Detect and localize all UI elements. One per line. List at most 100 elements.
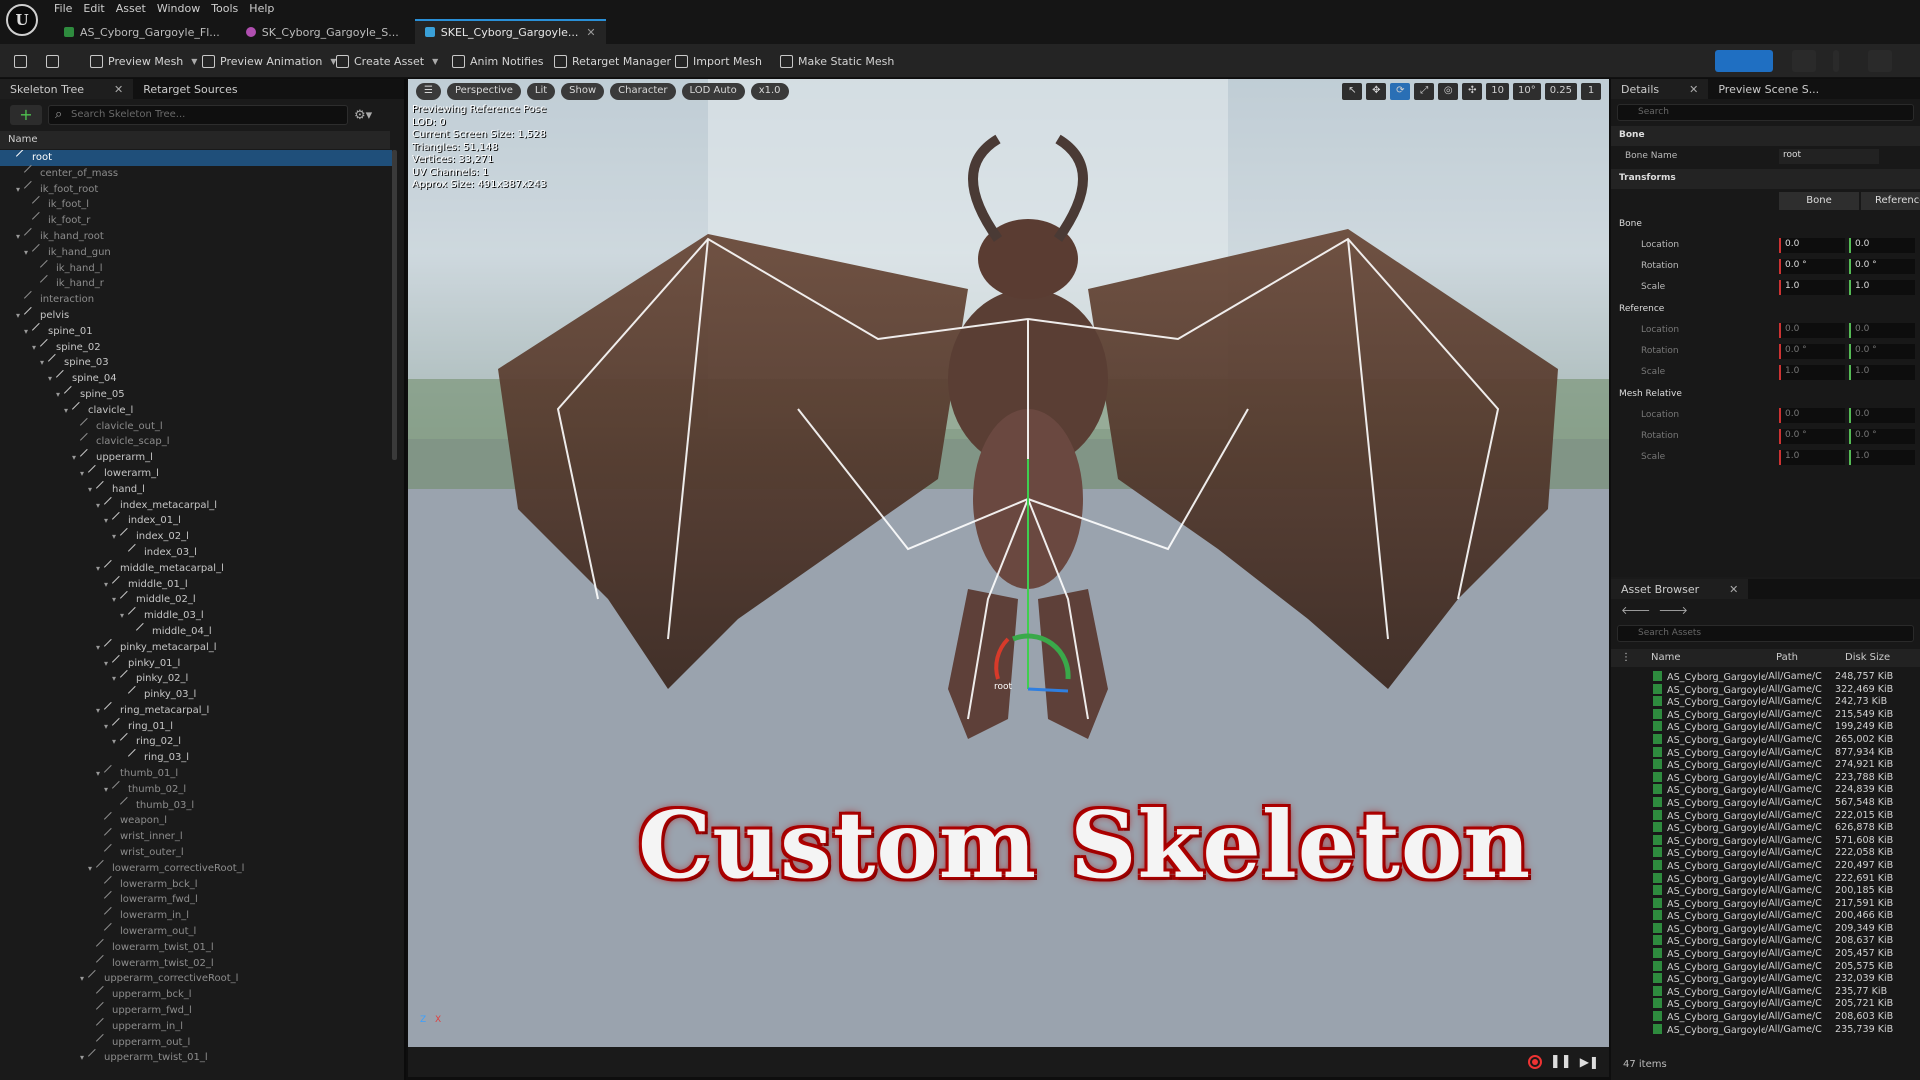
viewport-menu-button[interactable]: ☰ [416, 83, 441, 100]
bone-row[interactable]: middle_04_l [0, 622, 392, 640]
bone-row[interactable]: lowerarm_bck_l [0, 875, 392, 893]
asset-row[interactable]: AS_Cyborg_Gargoyle_F/All/Game/C 208,637 K… [1653, 935, 1920, 948]
column-path[interactable]: Path [1776, 652, 1798, 663]
expand-arrow-icon[interactable]: ▾ [104, 782, 114, 798]
bone-row[interactable]: ▾ spine_04 [0, 370, 392, 387]
bone-row[interactable]: ▾ ring_01_l [0, 717, 392, 735]
bone-row[interactable]: ▾ ik_hand_root [0, 227, 392, 245]
expand-arrow-icon[interactable]: ▾ [96, 766, 106, 782]
bone-row[interactable]: ▾ pelvis [0, 306, 392, 324]
bone-row[interactable]: ik_foot_r [0, 212, 392, 229]
angle-snap-button[interactable]: 10° [1513, 83, 1541, 100]
scale-x-field[interactable]: 1.0 [1779, 280, 1845, 295]
bone-row[interactable]: ▾ thumb_02_l [0, 780, 392, 798]
expand-arrow-icon[interactable]: ▾ [80, 466, 90, 482]
tab-animation-sequence[interactable]: AS_Cyborg_Gargoyle_Fl... [54, 19, 230, 44]
bone-row[interactable]: lowerarm_out_l [0, 922, 392, 940]
asset-row[interactable]: AS_Cyborg_Gargoyle_F/All/Game/C 224,839 K… [1653, 784, 1920, 797]
lit-button[interactable]: Lit [526, 83, 556, 100]
expand-arrow-icon[interactable]: ▾ [48, 371, 58, 387]
bone-transform-button[interactable]: Bone [1779, 192, 1859, 210]
grid-snap-button[interactable]: 10 [1486, 83, 1509, 100]
expand-arrow-icon[interactable]: ▾ [112, 671, 122, 687]
import-mesh-button[interactable]: Import Mesh [675, 52, 762, 70]
surface-snap-icon[interactable]: ✣ [1462, 83, 1483, 100]
show-button[interactable]: Show [561, 83, 605, 100]
expand-arrow-icon[interactable]: ▾ [96, 640, 106, 656]
bone-row[interactable]: lowerarm_twist_02_l [0, 954, 392, 972]
menu-asset[interactable]: Asset [116, 0, 157, 16]
bone-row[interactable]: upperarm_out_l [0, 1033, 392, 1051]
bone-row[interactable]: ▾ clavicle_l [0, 401, 392, 419]
settings-gear-icon[interactable]: ⚙▾ [354, 108, 372, 123]
bone-row[interactable]: root [0, 150, 392, 166]
expand-arrow-icon[interactable]: ▾ [104, 513, 114, 529]
asset-row[interactable]: AS_Cyborg_Gargoyle_D/All/Game/C 199,249 K… [1653, 721, 1920, 734]
expand-arrow-icon[interactable]: ▾ [112, 734, 122, 750]
asset-row[interactable]: AS_Cyborg_Gargoyle_F/All/Game/C 220,497 K… [1653, 859, 1920, 873]
tree-scrollbar[interactable] [392, 150, 397, 460]
details-search-input[interactable]: Search [1617, 104, 1914, 121]
asset-row[interactable]: AS_Cyborg_Gargoyle_F/All/Game/C 209,349 K… [1653, 922, 1920, 936]
pause-icon[interactable]: ❚❚ [1550, 1054, 1572, 1069]
close-icon[interactable]: ✕ [114, 83, 123, 96]
tab-skeleton-tree[interactable]: Skeleton Tree ✕ [0, 79, 134, 99]
bone-row[interactable]: ▾ middle_metacarpal_l [0, 559, 392, 577]
column-name[interactable]: Name [1651, 652, 1681, 663]
perspective-button[interactable]: Perspective [446, 83, 521, 100]
expand-arrow-icon[interactable]: ▾ [80, 971, 90, 987]
bone-row[interactable]: ▾ ring_metacarpal_l [0, 701, 392, 719]
location-y-field[interactable]: 0.0 [1849, 238, 1915, 253]
menu-window[interactable]: Window [157, 0, 211, 16]
mesh-mode-button[interactable] [1792, 50, 1816, 72]
rotation-y-field[interactable]: 0.0 ° [1849, 259, 1915, 274]
asset-row[interactable]: AS_Cyborg_Gargoyle_D/All/Game/C 215,549 K… [1653, 708, 1920, 722]
expand-arrow-icon[interactable]: ▾ [16, 229, 26, 245]
expand-arrow-icon[interactable]: ▾ [24, 245, 34, 261]
make-static-mesh-button[interactable]: Make Static Mesh [780, 52, 894, 70]
asset-row[interactable]: AS_Cyborg_Gargoyle_F/All/Game/C 217,591 K… [1653, 897, 1920, 911]
close-tab-icon[interactable]: ✕ [586, 26, 595, 39]
preview-viewport[interactable]: ☰ Perspective Lit Show Character LOD Aut… [408, 79, 1609, 1047]
bone-row[interactable]: ▾ upperarm_correctiveRoot_l [0, 970, 392, 987]
bone-row[interactable]: ring_03_l [0, 749, 392, 766]
asset-row[interactable]: AS_Cyborg_Gargoyle_F/All/Game/C 232,039 K… [1653, 973, 1920, 986]
lod-button[interactable]: LOD Auto [681, 83, 745, 100]
bone-row[interactable]: wrist_outer_l [0, 843, 392, 861]
record-icon[interactable] [1527, 1054, 1542, 1069]
asset-row[interactable]: AS_Cyborg_Gargoyle_F/All/Game/C 222,691 K… [1653, 872, 1920, 886]
asset-row[interactable]: AS_Cyborg_Gargoyle_F/All/Game/C 208,603 K… [1653, 1011, 1920, 1024]
menu-tools[interactable]: Tools [211, 0, 249, 16]
asset-row[interactable]: AS_Cyborg_Gargoyle_F/All/Game/C 877,934 K… [1653, 746, 1920, 760]
menu-file[interactable]: File [54, 0, 83, 16]
close-icon[interactable]: ✕ [1729, 583, 1738, 596]
search-skeleton-tree-input[interactable]: Search Skeleton Tree... [48, 105, 348, 125]
mesh-relative-subsection[interactable]: Mesh Relative [1611, 385, 1920, 405]
asset-row[interactable]: AS_Cyborg_Gargoyle_F/All/Game/C 571,608 K… [1653, 834, 1920, 848]
bone-row[interactable]: clavicle_scap_l [0, 433, 392, 450]
expand-arrow-icon[interactable]: ▾ [120, 608, 130, 624]
retarget-manager-button[interactable]: Retarget Manager [554, 52, 671, 70]
camera-speed-button[interactable]: 1 [1581, 83, 1601, 100]
search-assets-input[interactable]: Search Assets [1617, 625, 1914, 642]
animation-mode-button[interactable] [1868, 50, 1892, 72]
rotate-mode-icon[interactable]: ⟳ [1390, 83, 1411, 100]
bone-row[interactable]: ▾ upperarm_twist_01_l [0, 1049, 392, 1066]
tab-asset-browser[interactable]: Asset Browser ✕ [1611, 579, 1749, 599]
scale-snap-button[interactable]: 0.25 [1544, 83, 1577, 100]
asset-row[interactable]: AS_Cyborg_Gargoyle_F/All/Game/C 200,466 K… [1653, 910, 1920, 923]
menu-edit[interactable]: Edit [83, 0, 115, 16]
asset-row[interactable]: AS_Cyborg_Gargoyle_F/All/Game/C 223,788 K… [1653, 771, 1920, 785]
bone-row[interactable]: index_03_l [0, 543, 392, 561]
bone-section-header[interactable]: Bone [1611, 126, 1920, 146]
save-button[interactable] [14, 52, 27, 70]
bone-row[interactable]: ▾ pinky_02_l [0, 670, 392, 687]
tab-details[interactable]: Details ✕ [1611, 79, 1709, 99]
expand-arrow-icon[interactable]: ▾ [96, 703, 106, 719]
translate-mode-icon[interactable]: ✥ [1366, 83, 1387, 100]
asset-row[interactable]: AS_Cyborg_Gargoyle_F/All/Game/C 567,548 K… [1653, 796, 1920, 810]
bone-row[interactable]: ▾ ik_hand_gun [0, 243, 392, 261]
expand-arrow-icon[interactable]: ▾ [112, 592, 122, 608]
bone-row[interactable]: wrist_inner_l [0, 828, 392, 845]
asset-row[interactable]: AS_Cyborg_Gargoyle_G/All/Game/C 235,739 K… [1653, 1023, 1920, 1037]
